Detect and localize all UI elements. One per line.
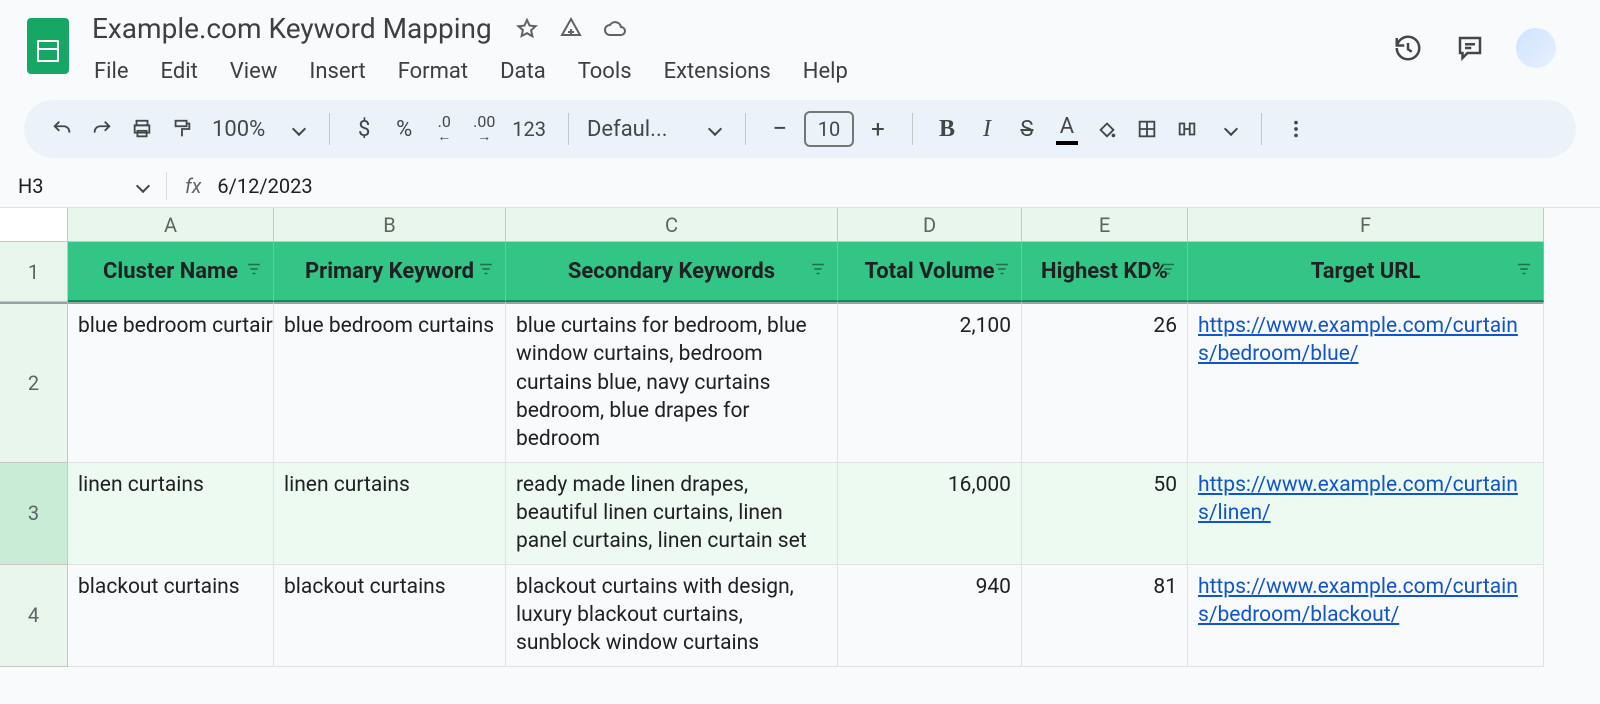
zoom-level[interactable]: 100% [212,117,265,142]
cell-d3[interactable]: 16,000 [838,463,1022,565]
strikethrough-button[interactable]: S [1011,111,1043,147]
menu-help[interactable]: Help [801,55,850,88]
row-header-3[interactable]: 3 [0,463,68,565]
cell-e3[interactable]: 50 [1022,463,1188,565]
currency-format-button[interactable]: $ [348,111,380,147]
percent-format-button[interactable]: % [388,111,420,147]
comment-icon[interactable] [1454,32,1486,64]
cell-c4[interactable]: blackout curtains with design, luxury bl… [506,565,838,667]
toolbar: 100% $ % .0← .00→ 123 Defaul... − 10 + B… [24,100,1576,158]
account-avatar[interactable] [1516,28,1556,68]
fill-color-button[interactable] [1091,111,1123,147]
filter-icon[interactable] [993,259,1011,284]
cell-d2[interactable]: 2,100 [838,302,1022,463]
row-header-1[interactable]: 1 [0,242,68,302]
col-header-e[interactable]: E [1022,208,1188,242]
col-header-c[interactable]: C [506,208,838,242]
row-header-2[interactable]: 2 [0,302,68,463]
row-header-4[interactable]: 4 [0,565,68,667]
redo-button[interactable] [86,111,118,147]
target-url-link[interactable]: https://www.example.com/curtains/bedroom… [1198,575,1518,627]
increase-decimal-button[interactable]: .00→ [468,111,500,147]
cell-f3[interactable]: https://www.example.com/curtains/linen/ [1188,463,1544,565]
undo-button[interactable] [46,111,78,147]
print-button[interactable] [126,111,158,147]
target-url-link[interactable]: https://www.example.com/curtains/bedroom… [1198,314,1518,366]
formula-bar-value[interactable]: 6/12/2023 [217,174,312,198]
font-family-select[interactable]: Defaul... [587,117,687,142]
text-color-button[interactable]: A [1051,111,1083,147]
header-primary-keyword[interactable]: Primary Keyword [274,242,506,302]
filter-icon[interactable] [809,259,827,284]
font-family-dropdown[interactable] [695,111,727,147]
cell-e2[interactable]: 26 [1022,302,1188,463]
move-to-drive-icon[interactable] [558,16,584,42]
target-url-link[interactable]: https://www.example.com/curtains/linen/ [1198,473,1518,525]
merge-dropdown[interactable] [1211,111,1243,147]
header-cluster-name[interactable]: Cluster Name [68,242,274,302]
cell-f4[interactable]: https://www.example.com/curtains/bedroom… [1188,565,1544,667]
col-header-d[interactable]: D [838,208,1022,242]
font-size-input[interactable]: 10 [804,111,854,147]
menu-data[interactable]: Data [498,55,548,88]
cell-b3[interactable]: linen curtains [274,463,506,565]
menu-tools[interactable]: Tools [576,55,634,88]
increase-font-size-button[interactable]: + [862,111,894,147]
cell-c2[interactable]: blue curtains for bedroom, blue window c… [506,302,838,463]
document-title[interactable]: Example.com Keyword Mapping [88,10,496,47]
sheets-logo[interactable] [24,16,72,76]
decrease-font-size-button[interactable]: − [764,111,796,147]
name-box[interactable]: H3 [18,174,158,198]
menu-format[interactable]: Format [396,55,470,88]
menu-view[interactable]: View [228,55,280,88]
menu-edit[interactable]: Edit [159,55,200,88]
filter-icon[interactable] [477,259,495,284]
merge-cells-button[interactable] [1171,111,1203,147]
cloud-status-icon[interactable] [602,16,628,42]
more-formats-button[interactable]: 123 [508,111,550,147]
filter-icon[interactable] [1159,259,1177,284]
menu-extensions[interactable]: Extensions [662,55,773,88]
col-header-f[interactable]: F [1188,208,1544,242]
col-header-a[interactable]: A [68,208,274,242]
cell-d4[interactable]: 940 [838,565,1022,667]
filter-icon[interactable] [1515,259,1533,284]
more-toolbar-button[interactable] [1280,111,1312,147]
decrease-decimal-button[interactable]: .0← [428,111,460,147]
col-header-b[interactable]: B [274,208,506,242]
menu-file[interactable]: File [92,55,131,88]
italic-button[interactable]: I [971,111,1003,147]
menu-insert[interactable]: Insert [307,55,367,88]
cell-a2[interactable]: blue bedroom curtair [68,302,274,463]
cell-e4[interactable]: 81 [1022,565,1188,667]
star-icon[interactable] [514,16,540,42]
cell-f2[interactable]: https://www.example.com/curtains/bedroom… [1188,302,1544,463]
cell-b4[interactable]: blackout curtains [274,565,506,667]
header-highest-kd[interactable]: Highest KD% [1022,242,1188,302]
name-box-value: H3 [18,174,44,198]
select-all-corner[interactable] [0,208,68,242]
spreadsheet-grid[interactable]: A B C D E F 1 Cluster Name Primary Keywo… [0,208,1600,667]
borders-button[interactable] [1131,111,1163,147]
fx-icon: fx [185,174,201,198]
cell-c3[interactable]: ready made linen drapes, beautiful linen… [506,463,838,565]
cell-a4[interactable]: blackout curtains [68,565,274,667]
header-total-volume[interactable]: Total Volume [838,242,1022,302]
header-secondary-keywords[interactable]: Secondary Keywords [506,242,838,302]
cell-b2[interactable]: blue bedroom curtains [274,302,506,463]
filter-icon[interactable] [245,259,263,284]
paint-format-button[interactable] [166,111,198,147]
cell-a3[interactable]: linen curtains [68,463,274,565]
history-icon[interactable] [1392,32,1424,64]
bold-button[interactable]: B [931,111,963,147]
header-target-url[interactable]: Target URL [1188,242,1544,302]
zoom-dropdown[interactable] [279,111,311,147]
